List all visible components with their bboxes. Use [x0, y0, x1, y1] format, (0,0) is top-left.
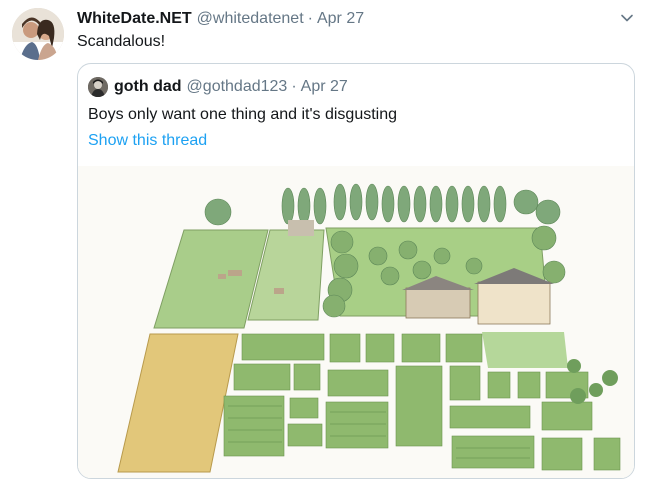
goth-dad-avatar-icon[interactable]	[88, 77, 108, 97]
tweet-date[interactable]: Apr 27	[317, 10, 364, 28]
quoted-author-name[interactable]: goth dad	[114, 78, 182, 96]
quoted-date[interactable]: Apr 27	[301, 78, 348, 96]
tweet-text: Scandalous!	[77, 33, 166, 50]
author-name[interactable]: WhiteDate.NET	[77, 10, 192, 28]
quoted-text: Boys only want one thing and it's disgus…	[88, 106, 398, 123]
quoted-tweet[interactable]: goth dad @gothdad123 · Apr 27 Boys only …	[77, 63, 635, 479]
tweet-header: WhiteDate.NET @whitedatenet · Apr 27	[77, 8, 364, 30]
quoted-header: goth dad @gothdad123 · Apr 27	[88, 76, 348, 98]
farm-layout-illustration[interactable]	[78, 166, 634, 478]
quoted-author-handle[interactable]: @gothdad123	[187, 78, 288, 96]
tweet[interactable]: WhiteDate.NET @whitedatenet · Apr 27 Sca…	[0, 0, 652, 494]
author-handle[interactable]: @whitedatenet	[197, 10, 304, 28]
couple-avatar-icon[interactable]	[12, 8, 64, 60]
separator: ·	[307, 10, 313, 27]
chevron-down-icon[interactable]	[620, 11, 634, 25]
separator: ·	[291, 78, 297, 95]
show-thread-link[interactable]: Show this thread	[88, 132, 207, 150]
